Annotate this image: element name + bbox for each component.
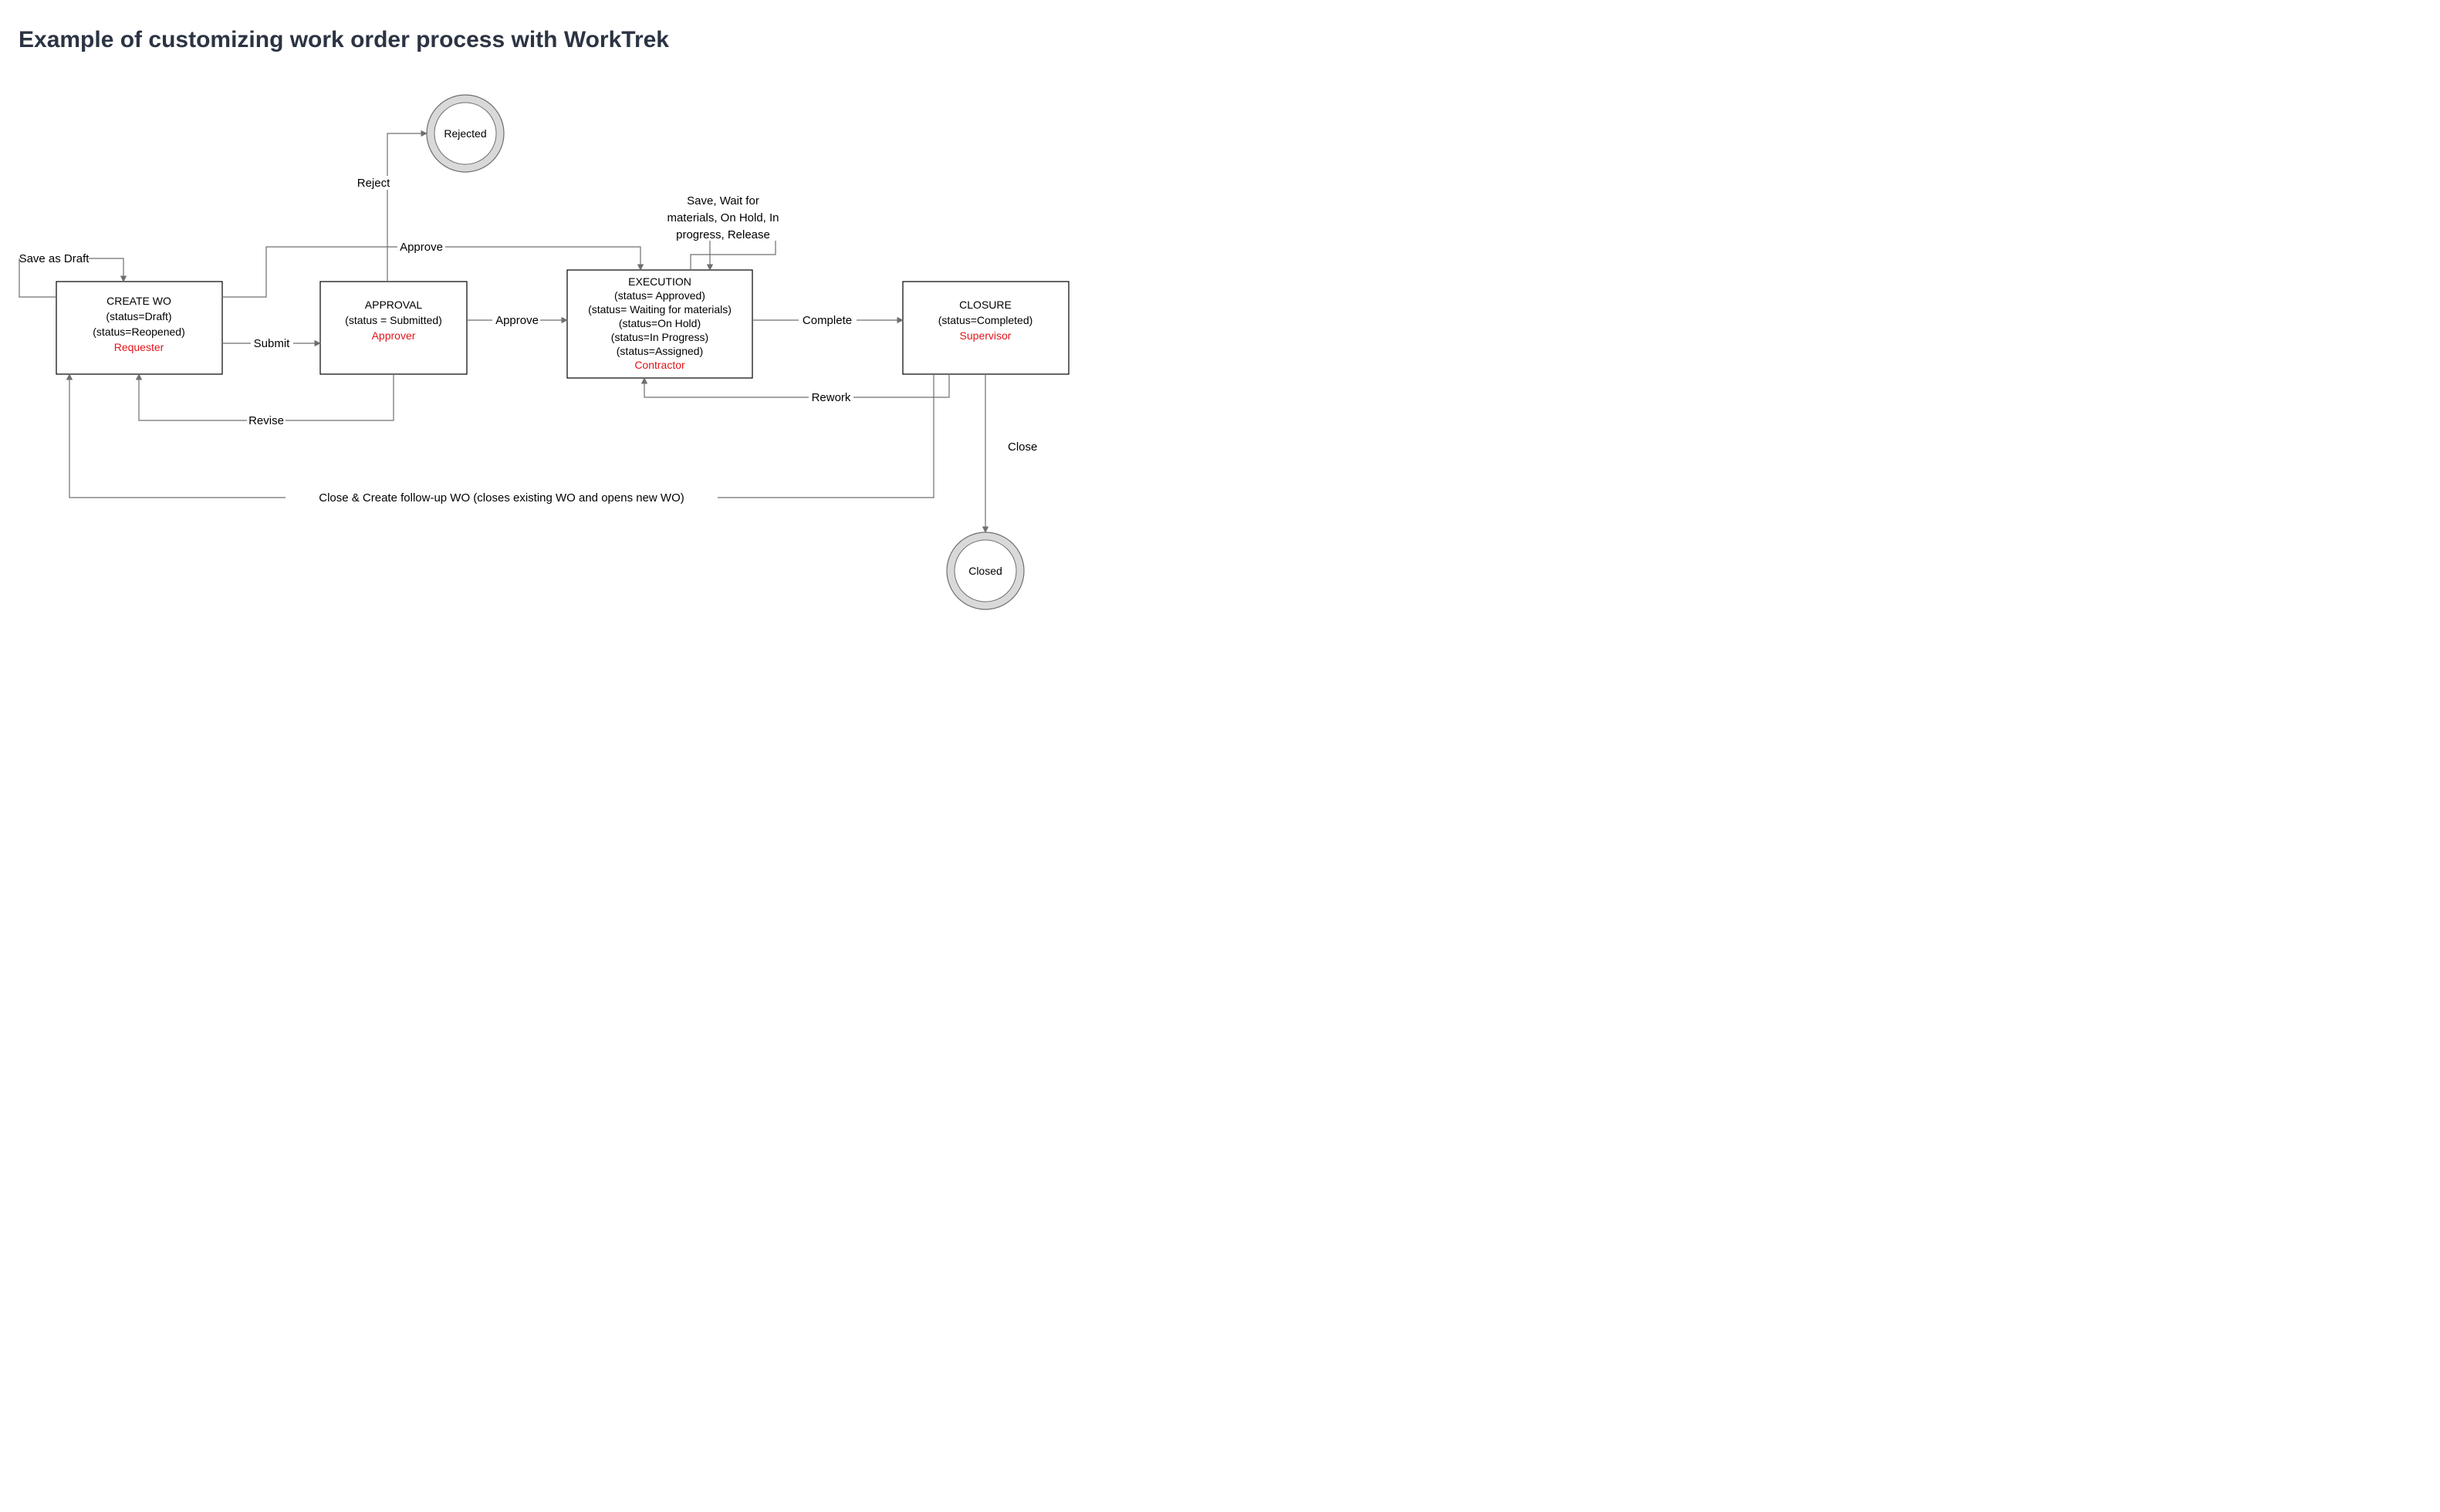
- node-approval: APPROVAL (status = Submitted) Approver: [320, 282, 467, 374]
- node-closure-line1: (status=Completed): [938, 314, 1033, 326]
- node-execution: EXECUTION (status= Approved) (status= Wa…: [567, 270, 752, 378]
- terminal-rejected: Rejected: [427, 95, 504, 172]
- edge-complete-label: Complete: [803, 314, 852, 327]
- edge-rework-label: Rework: [812, 391, 851, 404]
- edge-approve-mid: Approve: [467, 313, 567, 327]
- edge-revise: Revise: [139, 374, 394, 427]
- node-create-role: Requester: [114, 341, 164, 353]
- node-create-line1: (status=Draft): [106, 310, 171, 322]
- svg-text:progress, Release: progress, Release: [676, 228, 770, 241]
- node-execution-line5: (status=Assigned): [617, 345, 703, 357]
- edge-close: Close: [985, 374, 1037, 532]
- workflow-diagram: CREATE WO (status=Draft) (status=Reopene…: [0, 0, 1157, 717]
- node-approval-line1: (status = Submitted): [345, 314, 442, 326]
- svg-text:materials, On Hold, In: materials, On Hold, In: [667, 211, 779, 224]
- edge-close-followup-label: Close & Create follow-up WO (closes exis…: [319, 491, 684, 505]
- node-execution-line1: (status= Approved): [614, 289, 705, 302]
- node-create-line2: (status=Reopened): [93, 326, 184, 338]
- edge-approve-mid-label: Approve: [495, 314, 539, 327]
- edge-rework: Rework: [644, 374, 949, 404]
- node-execution-line3: (status=On Hold): [619, 317, 701, 329]
- terminal-closed: Closed: [947, 532, 1024, 609]
- edge-reject: Reject: [355, 133, 427, 282]
- svg-text:Save, Wait for: Save, Wait for: [687, 194, 759, 208]
- edge-save-as-draft-label: Save as Draft: [19, 252, 90, 265]
- terminal-rejected-label: Rejected: [444, 127, 486, 140]
- node-create-wo: CREATE WO (status=Draft) (status=Reopene…: [56, 282, 222, 374]
- edge-submit: Submit: [222, 336, 320, 350]
- node-approval-title: APPROVAL: [365, 299, 423, 311]
- edge-complete: Complete: [752, 313, 903, 327]
- edge-reject-label: Reject: [357, 177, 390, 190]
- node-create-title: CREATE WO: [106, 295, 171, 307]
- terminal-closed-label: Closed: [968, 565, 1002, 577]
- edge-approve-top-label: Approve: [400, 241, 443, 254]
- node-closure: CLOSURE (status=Completed) Supervisor: [903, 282, 1069, 374]
- node-execution-role: Contractor: [634, 359, 685, 371]
- node-execution-line2: (status= Waiting for materials): [588, 303, 732, 316]
- node-closure-title: CLOSURE: [959, 299, 1012, 311]
- edge-close-followup: Close & Create follow-up WO (closes exis…: [69, 374, 934, 505]
- edge-submit-label: Submit: [254, 337, 291, 350]
- edge-execution-self: Save, Wait for materials, On Hold, In pr…: [661, 185, 785, 270]
- node-approval-role: Approver: [372, 329, 416, 342]
- edge-close-label: Close: [1008, 440, 1037, 454]
- node-execution-line4: (status=In Progress): [611, 331, 708, 343]
- node-execution-title: EXECUTION: [628, 275, 691, 288]
- edge-revise-label: Revise: [248, 414, 284, 427]
- node-closure-role: Supervisor: [960, 329, 1012, 342]
